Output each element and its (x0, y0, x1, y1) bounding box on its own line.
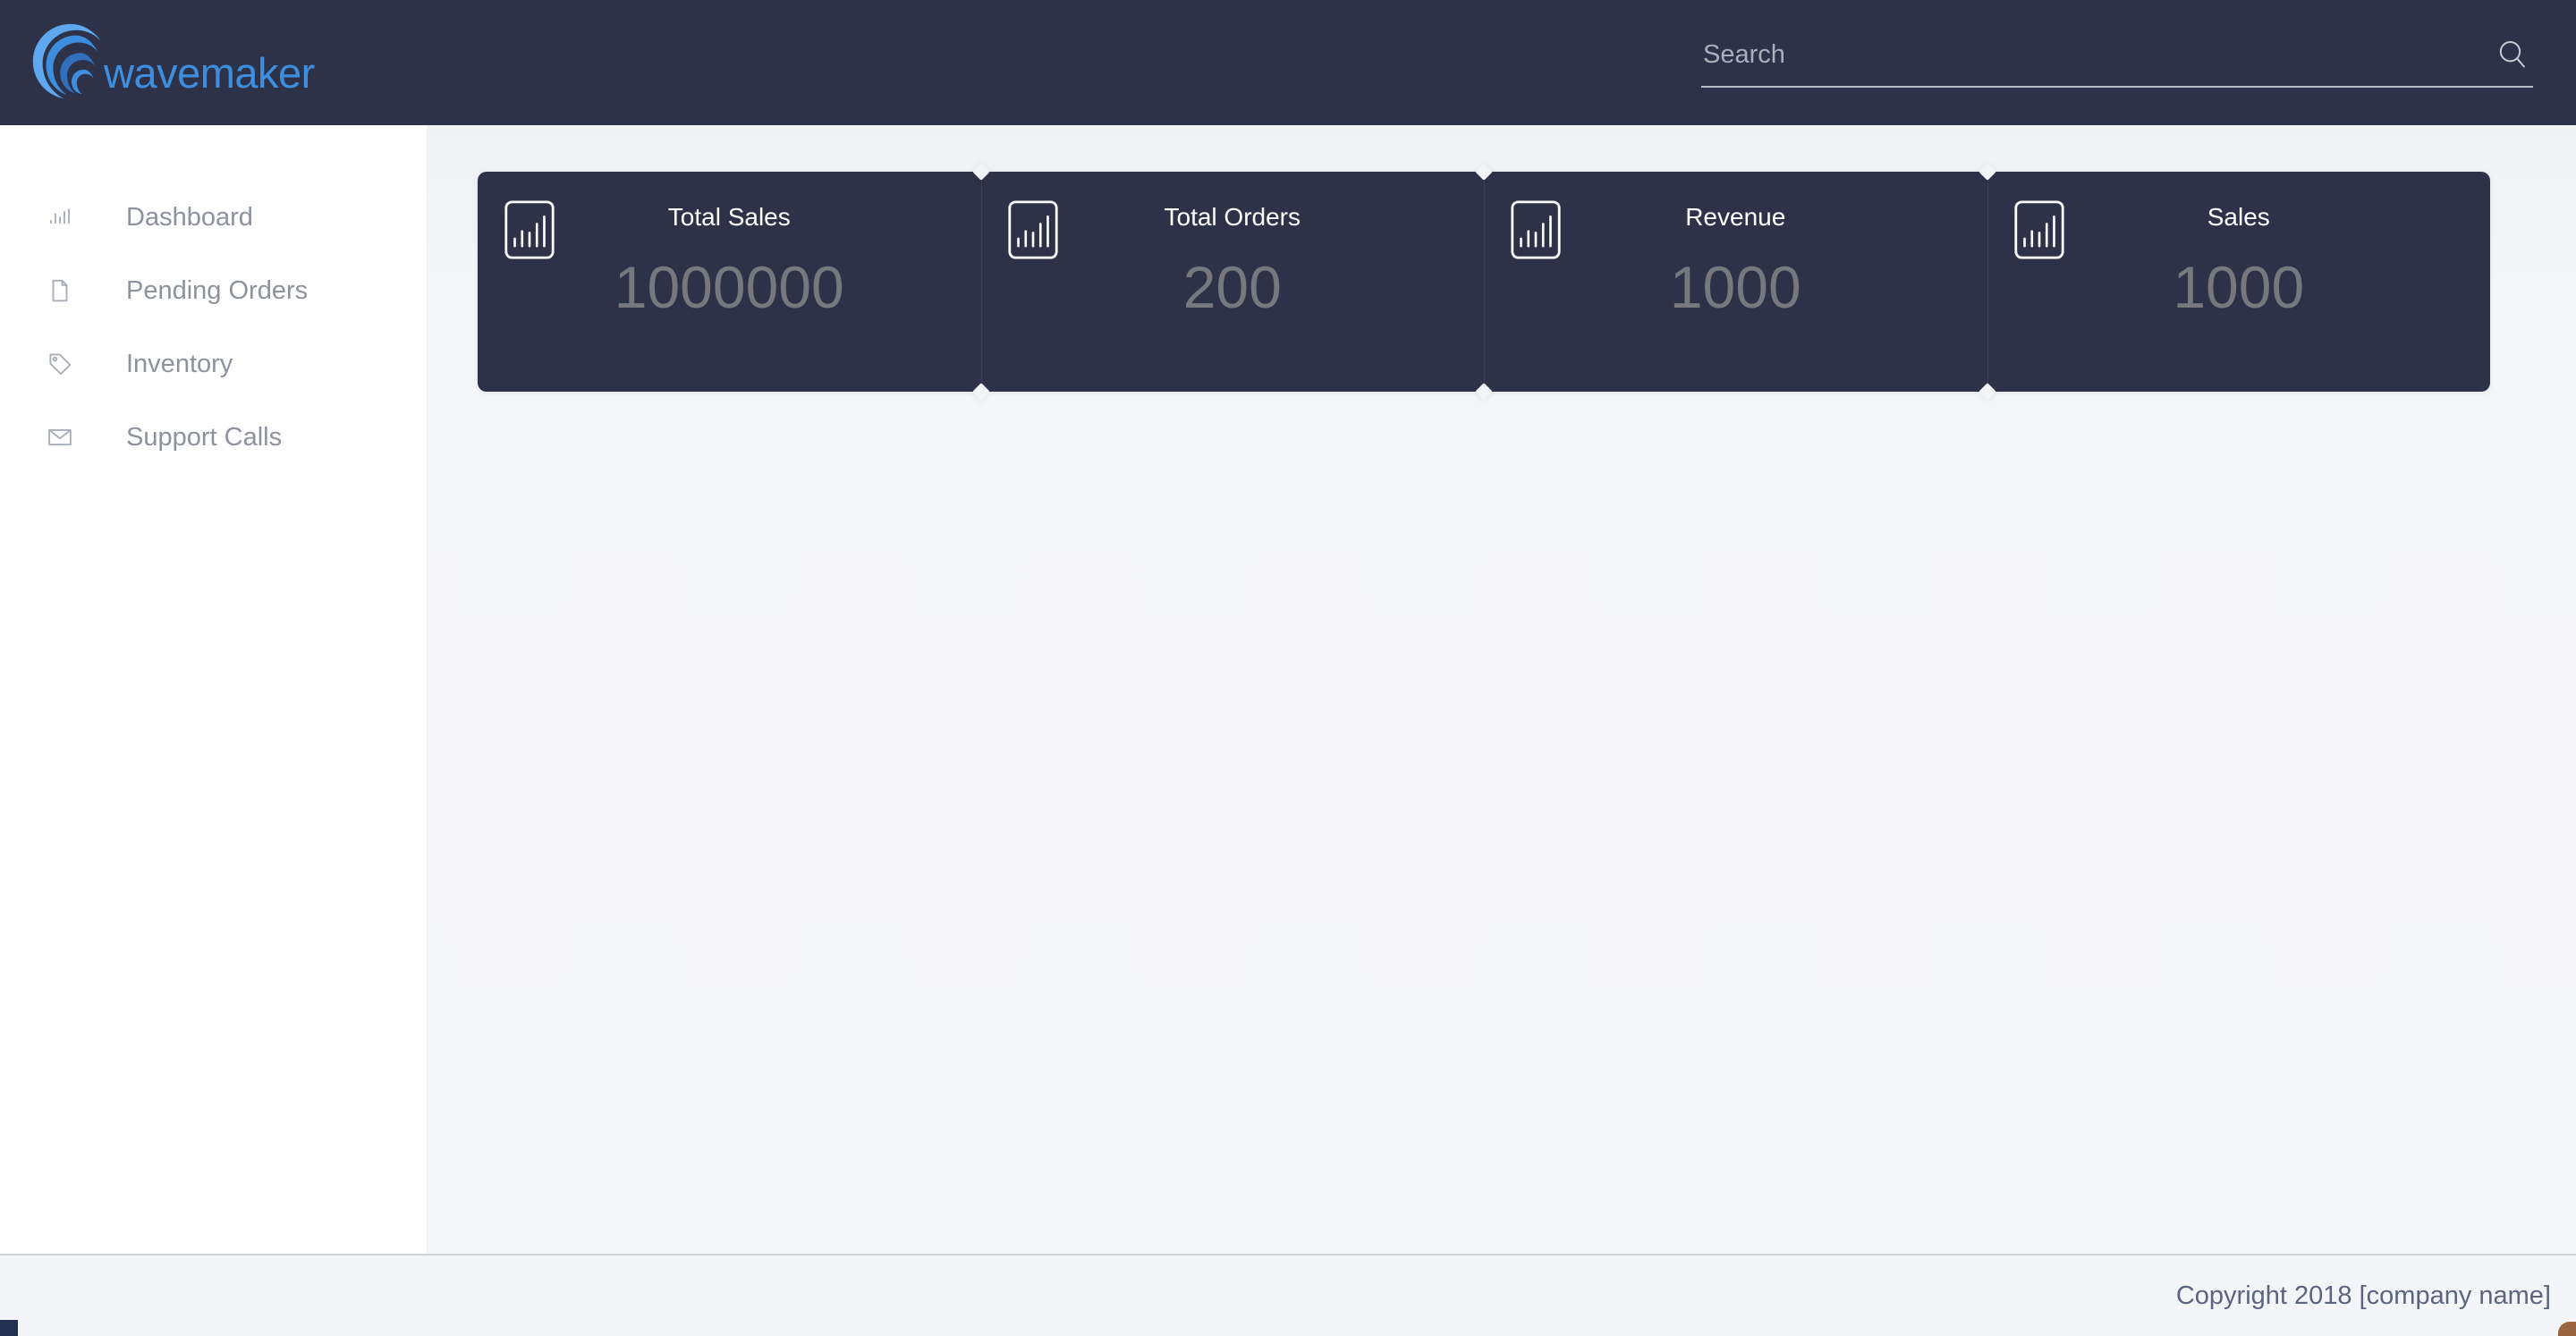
card-title: Total Orders (1164, 203, 1301, 231)
envelope-icon (40, 418, 80, 457)
sidebar: Dashboard Pending Orders Inventory Suppo… (0, 125, 428, 1254)
stat-card-revenue[interactable]: Revenue 1000 (1475, 172, 1987, 401)
stat-card-sales[interactable]: Sales 1000 (1978, 172, 2490, 401)
brand-name: wavemaker (104, 48, 315, 97)
stat-cards-row: Total Sales 1000000 Total Orders 200 Rev… (478, 172, 2490, 401)
window-corner-artifact (0, 1320, 18, 1336)
sidebar-item-label: Dashboard (126, 202, 253, 232)
search-icon (2499, 40, 2526, 68)
tag-icon (40, 344, 80, 384)
main-content: Total Sales 1000000 Total Orders 200 Rev… (428, 125, 2576, 1254)
bar-chart-card-icon (504, 200, 555, 259)
card-title: Revenue (1685, 203, 1786, 231)
search-bar (1701, 34, 2533, 91)
dashboard-page: wavemaker Search Dashboard Pending Order… (0, 0, 2576, 1336)
top-header: wavemaker (0, 0, 2576, 125)
copyright-text: Copyright 2018 [company name] (2175, 1281, 2551, 1310)
brand[interactable]: wavemaker (0, 0, 429, 125)
card-value: 1000 (2173, 254, 2305, 320)
stat-card-total-orders[interactable]: Total Orders 200 (971, 172, 1484, 401)
card-title: Total Sales (667, 203, 791, 231)
card-value: 1000000 (614, 254, 844, 320)
document-icon (40, 271, 80, 310)
search-button[interactable] (2492, 34, 2533, 75)
sidebar-item-label: Inventory (126, 349, 233, 378)
sidebar-item-dashboard[interactable]: Dashboard (0, 181, 427, 254)
window-corner-artifact-right (2558, 1322, 2576, 1336)
footer: Copyright 2018 [company name] (0, 1254, 2576, 1336)
sidebar-item-inventory[interactable]: Inventory (0, 327, 427, 401)
wave-logo-icon (32, 23, 102, 99)
search-input[interactable] (1701, 39, 2492, 70)
sidebar-item-pending-orders[interactable]: Pending Orders (0, 254, 427, 327)
bar-chart-card-icon (1511, 200, 1561, 259)
card-value: 200 (1182, 254, 1282, 320)
sidebar-item-support-calls[interactable]: Support Calls (0, 401, 427, 474)
card-title: Sales (2207, 203, 2270, 231)
bar-chart-icon (40, 198, 80, 237)
bar-chart-card-icon (1007, 200, 1058, 259)
card-value: 1000 (1669, 254, 1801, 320)
sidebar-item-label: Support Calls (126, 422, 283, 452)
sidebar-item-label: Pending Orders (126, 275, 309, 305)
bar-chart-card-icon (2013, 200, 2064, 259)
stat-card-total-sales[interactable]: Total Sales 1000000 (478, 172, 981, 392)
page-body: Dashboard Pending Orders Inventory Suppo… (0, 125, 2576, 1254)
